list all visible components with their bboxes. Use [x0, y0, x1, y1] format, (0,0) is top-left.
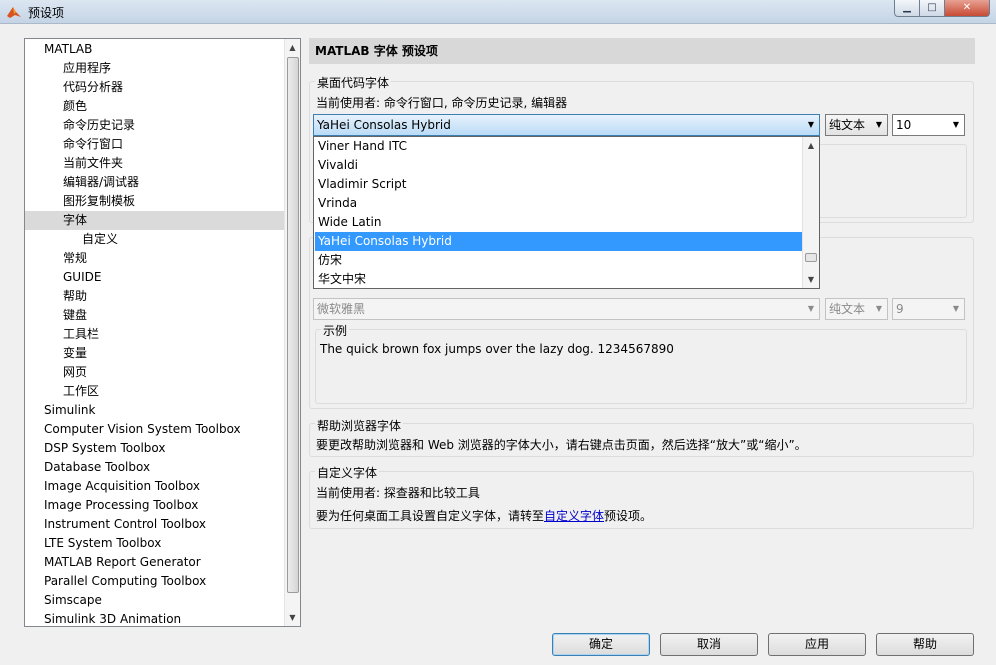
tree-item[interactable]: 自定义 — [25, 230, 284, 249]
window-title: 预设项 — [28, 6, 65, 20]
tree-scrollbar[interactable]: ▲ ▼ — [284, 39, 300, 626]
code-font-sample-box — [816, 144, 967, 218]
tree-item[interactable]: 常规 — [25, 249, 284, 268]
font-option[interactable]: 仿宋 — [315, 251, 804, 270]
tree-item[interactable]: 命令历史记录 — [25, 116, 284, 135]
custom-font-instruction: 要为任何桌面工具设置自定义字体，请转至自定义字体预设项。 — [316, 509, 653, 523]
tree-item[interactable]: 命令行窗口 — [25, 135, 284, 154]
sample-box — [315, 329, 967, 404]
maximize-button[interactable]: □ — [919, 0, 945, 17]
tree-item[interactable]: Parallel Computing Toolbox — [25, 572, 284, 591]
tree-item[interactable]: MATLAB — [25, 40, 284, 59]
scroll-down-arrow-icon[interactable]: ▼ — [285, 609, 300, 626]
tree-item[interactable]: 字体 — [25, 211, 284, 230]
title-bar: 预设项 ▁ □ ✕ — [0, 0, 996, 24]
font-option[interactable]: Wide Latin — [315, 213, 804, 232]
tree-item[interactable]: Database Toolbox — [25, 458, 284, 477]
font-option[interactable]: Vrinda — [315, 194, 804, 213]
tree-item[interactable]: Image Processing Toolbox — [25, 496, 284, 515]
scroll-up-arrow-icon[interactable]: ▲ — [285, 39, 300, 56]
tree-item[interactable]: Computer Vision System Toolbox — [25, 420, 284, 439]
font-option[interactable]: YaHei Consolas Hybrid — [315, 232, 804, 251]
tree-item[interactable]: Instrument Control Toolbox — [25, 515, 284, 534]
tree-item[interactable]: LTE System Toolbox — [25, 534, 284, 553]
code-font-size-select[interactable]: 10 ▼ — [892, 114, 965, 136]
panel-title: MATLAB 字体 预设项 — [309, 38, 975, 64]
apply-button[interactable]: 应用 — [768, 633, 866, 656]
tree-item[interactable]: Image Acquisition Toolbox — [25, 477, 284, 496]
dropdown-scrollbar[interactable]: ▲ ▼ — [802, 137, 819, 288]
desktop-code-font-label: 桌面代码字体 — [315, 74, 392, 91]
close-button[interactable]: ✕ — [944, 0, 990, 17]
chevron-down-icon: ▼ — [875, 120, 883, 129]
tree-item[interactable]: Simulink 3D Animation — [25, 610, 284, 626]
text-font-size-select[interactable]: 9 ▼ — [892, 298, 965, 320]
tree-item[interactable]: 代码分析器 — [25, 78, 284, 97]
chevron-down-icon: ▼ — [807, 304, 815, 313]
code-font-select[interactable]: YaHei Consolas Hybrid ▼ — [313, 114, 820, 136]
tree-item[interactable]: GUIDE — [25, 268, 284, 287]
font-option[interactable]: Vivaldi — [315, 156, 804, 175]
sample-text: The quick brown fox jumps over the lazy … — [320, 342, 674, 356]
desktop-code-font-usage: 当前使用者: 命令行窗口, 命令历史记录, 编辑器 — [316, 96, 568, 110]
code-font-style-select[interactable]: 纯文本 ▼ — [825, 114, 888, 136]
text-font-style-select[interactable]: 纯文本 ▼ — [825, 298, 888, 320]
preferences-tree[interactable]: MATLAB 应用程序 代码分析器 颜色 命令历史记录 命令行窗口 当前文件夹 编辑器/调试器… — [24, 38, 301, 627]
scroll-up-arrow-icon[interactable]: ▲ — [803, 137, 819, 154]
tree-item[interactable]: Simulink — [25, 401, 284, 420]
tree-item[interactable]: 颜色 — [25, 97, 284, 116]
cancel-button[interactable]: 取消 — [660, 633, 758, 656]
sample-label: 示例 — [321, 322, 350, 339]
text-font-select[interactable]: 微软雅黑 ▼ — [313, 298, 820, 320]
tree-item[interactable]: 工作区 — [25, 382, 284, 401]
font-dropdown-list[interactable]: Viner Hand ITC Vivaldi Vladimir Script Vrin… — [313, 136, 820, 289]
chevron-down-icon: ▼ — [952, 120, 960, 129]
chevron-down-icon: ▼ — [807, 120, 815, 129]
tree-item[interactable]: 当前文件夹 — [25, 154, 284, 173]
tree-item[interactable]: 工具栏 — [25, 325, 284, 344]
chevron-down-icon: ▼ — [875, 304, 883, 313]
font-option[interactable]: Viner Hand ITC — [315, 137, 804, 156]
tree-item[interactable]: 图形复制模板 — [25, 192, 284, 211]
minimize-button[interactable]: ▁ — [894, 0, 920, 17]
help-browser-font-text: 要更改帮助浏览器和 Web 浏览器的字体大小，请右键点击页面，然后选择“放大”或… — [316, 438, 807, 452]
custom-font-usage: 当前使用者: 探查器和比较工具 — [316, 486, 480, 500]
custom-font-link[interactable]: 自定义字体 — [544, 509, 604, 523]
tree-item[interactable]: 网页 — [25, 363, 284, 382]
tree-item[interactable]: 帮助 — [25, 287, 284, 306]
scroll-thumb[interactable] — [287, 57, 299, 593]
help-browser-font-label: 帮助浏览器字体 — [315, 417, 404, 434]
help-button[interactable]: 帮助 — [876, 633, 974, 656]
chevron-down-icon: ▼ — [952, 304, 960, 313]
tree-item[interactable]: Simscape — [25, 591, 284, 610]
tree-item[interactable]: 键盘 — [25, 306, 284, 325]
tree-item[interactable]: 变量 — [25, 344, 284, 363]
custom-font-label: 自定义字体 — [315, 464, 380, 481]
scroll-down-arrow-icon[interactable]: ▼ — [803, 271, 819, 288]
matlab-logo-icon — [6, 4, 22, 20]
tree-item[interactable]: MATLAB Report Generator — [25, 553, 284, 572]
scroll-thumb[interactable] — [805, 253, 817, 262]
font-option[interactable]: 华文中宋 — [315, 270, 804, 288]
tree-item[interactable]: 应用程序 — [25, 59, 284, 78]
tree-item[interactable]: 编辑器/调试器 — [25, 173, 284, 192]
ok-button[interactable]: 确定 — [552, 633, 650, 656]
tree-item[interactable]: DSP System Toolbox — [25, 439, 284, 458]
font-option[interactable]: Vladimir Script — [315, 175, 804, 194]
